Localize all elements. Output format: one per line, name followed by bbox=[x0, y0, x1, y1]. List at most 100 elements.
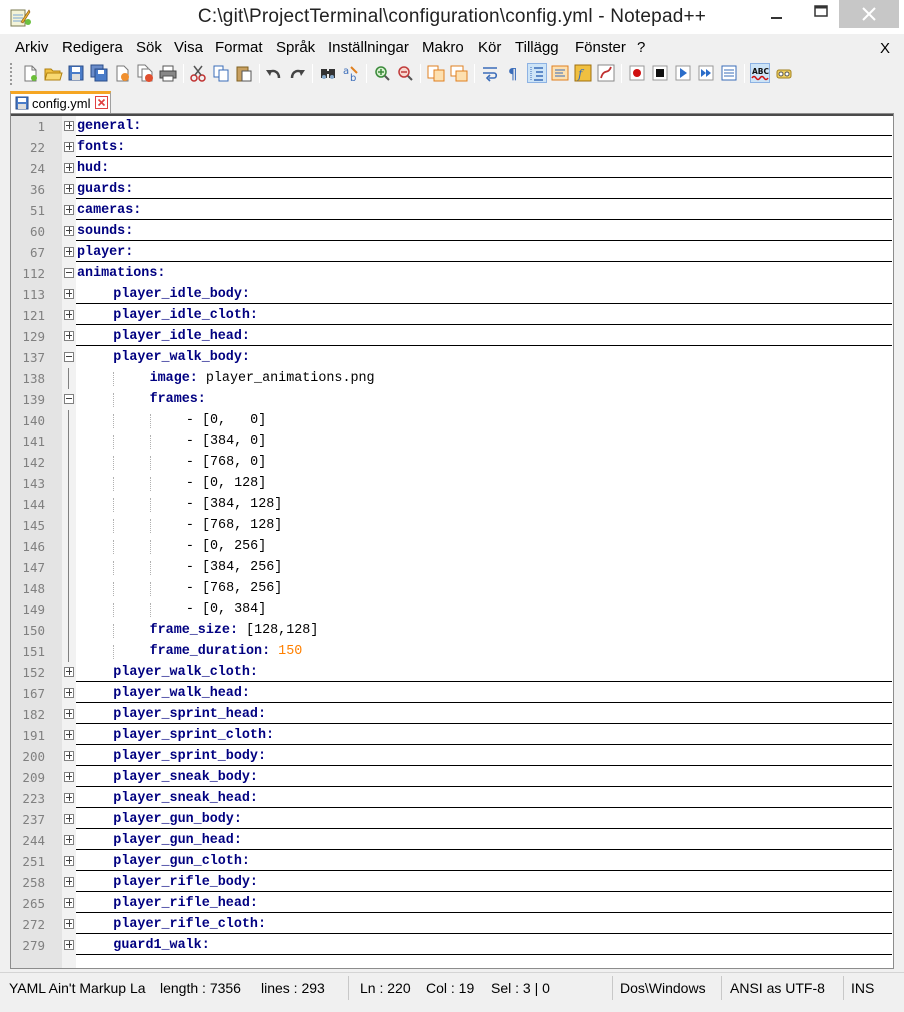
tab-close-icon[interactable] bbox=[95, 96, 108, 109]
cut-button[interactable] bbox=[188, 63, 208, 83]
code-line[interactable]: 138 image: player_animations.png bbox=[11, 368, 893, 389]
redo-button[interactable] bbox=[287, 63, 307, 83]
fold-collapse-icon[interactable] bbox=[64, 352, 74, 362]
code-line[interactable]: 152 player_walk_cloth: bbox=[11, 662, 893, 683]
save-button[interactable] bbox=[66, 63, 86, 83]
undo-button[interactable] bbox=[264, 63, 284, 83]
code-line[interactable]: 279 guard1_walk: bbox=[11, 935, 893, 956]
maximize-button[interactable] bbox=[800, 0, 840, 28]
fold-expand-icon[interactable] bbox=[64, 205, 74, 215]
fold-expand-icon[interactable] bbox=[64, 877, 74, 887]
code-line[interactable]: 244 player_gun_head: bbox=[11, 830, 893, 851]
code-line[interactable]: 147 - [384, 256] bbox=[11, 557, 893, 578]
indent-guide-button[interactable] bbox=[527, 63, 547, 83]
fold-collapse-icon[interactable] bbox=[64, 394, 74, 404]
fold-expand-icon[interactable] bbox=[64, 184, 74, 194]
code-line[interactable]: 265 player_rifle_head: bbox=[11, 893, 893, 914]
play-macro-button[interactable] bbox=[673, 63, 693, 83]
code-line[interactable]: 145 - [768, 128] bbox=[11, 515, 893, 536]
new-file-button[interactable] bbox=[20, 63, 40, 83]
fold-expand-icon[interactable] bbox=[64, 121, 74, 131]
show-all-chars-button[interactable]: ¶ bbox=[503, 63, 523, 83]
fold-expand-icon[interactable] bbox=[64, 814, 74, 824]
code-line[interactable]: 272 player_rifle_cloth: bbox=[11, 914, 893, 935]
code-line[interactable]: 24 hud: bbox=[11, 158, 893, 179]
menu-fonster[interactable]: Fönster bbox=[575, 39, 626, 56]
code-line[interactable]: 149 - [0, 384] bbox=[11, 599, 893, 620]
code-line[interactable]: 112 animations: bbox=[11, 263, 893, 284]
menu-format[interactable]: Format bbox=[215, 39, 263, 56]
code-line[interactable]: 137 player_walk_body: bbox=[11, 347, 893, 368]
save-all-button[interactable] bbox=[89, 63, 109, 83]
code-line[interactable]: 191 player_sprint_cloth: bbox=[11, 725, 893, 746]
fold-expand-icon[interactable] bbox=[64, 856, 74, 866]
code-line[interactable]: 60 sounds: bbox=[11, 221, 893, 242]
code-line[interactable]: 223 player_sneak_head: bbox=[11, 788, 893, 809]
fold-expand-icon[interactable] bbox=[64, 772, 74, 782]
menu-visa[interactable]: Visa bbox=[174, 39, 203, 56]
menu-help[interactable]: ? bbox=[637, 39, 645, 56]
print-button[interactable] bbox=[158, 63, 178, 83]
close-all-button[interactable] bbox=[135, 63, 155, 83]
open-file-button[interactable] bbox=[43, 63, 63, 83]
fold-expand-icon[interactable] bbox=[64, 940, 74, 950]
fold-expand-icon[interactable] bbox=[64, 751, 74, 761]
find-button[interactable] bbox=[318, 63, 338, 83]
tab-config-yml[interactable]: config.yml bbox=[10, 91, 111, 113]
code-line[interactable]: 142 - [768, 0] bbox=[11, 452, 893, 473]
replace-button[interactable]: ab bbox=[341, 63, 361, 84]
fold-expand-icon[interactable] bbox=[64, 247, 74, 257]
code-line[interactable]: 140 - [0, 0] bbox=[11, 410, 893, 431]
code-line[interactable]: 36 guards: bbox=[11, 179, 893, 200]
copy-button[interactable] bbox=[211, 63, 231, 83]
plugin-button[interactable] bbox=[774, 63, 794, 83]
fold-expand-icon[interactable] bbox=[64, 310, 74, 320]
code-line[interactable]: 22 fonts: bbox=[11, 137, 893, 158]
menu-sprak[interactable]: Språk bbox=[276, 39, 315, 56]
code-line[interactable]: 237 player_gun_body: bbox=[11, 809, 893, 830]
fold-expand-icon[interactable] bbox=[64, 163, 74, 173]
zoom-in-button[interactable] bbox=[372, 63, 392, 83]
code-line[interactable]: 1 general: bbox=[11, 116, 893, 137]
fold-expand-icon[interactable] bbox=[64, 709, 74, 719]
code-line[interactable]: 146 - [0, 256] bbox=[11, 536, 893, 557]
fold-expand-icon[interactable] bbox=[64, 919, 74, 929]
minimize-button[interactable] bbox=[757, 0, 797, 28]
sync-horizontal-button[interactable] bbox=[449, 63, 469, 83]
close-file-button[interactable] bbox=[112, 63, 132, 83]
code-line[interactable]: 51 cameras: bbox=[11, 200, 893, 221]
toolbar-grip[interactable] bbox=[10, 63, 14, 85]
run-macro-multiple-button[interactable] bbox=[696, 63, 716, 83]
code-line[interactable]: 151 frame_duration: 150 bbox=[11, 641, 893, 662]
menu-tillagg[interactable]: Tillägg bbox=[515, 39, 559, 56]
fold-expand-icon[interactable] bbox=[64, 226, 74, 236]
code-line[interactable]: 129 player_idle_head: bbox=[11, 326, 893, 347]
fold-expand-icon[interactable] bbox=[64, 688, 74, 698]
code-line[interactable]: 143 - [0, 128] bbox=[11, 473, 893, 494]
fold-expand-icon[interactable] bbox=[64, 793, 74, 803]
fold-expand-icon[interactable] bbox=[64, 730, 74, 740]
fold-expand-icon[interactable] bbox=[64, 667, 74, 677]
menu-redigera[interactable]: Redigera bbox=[62, 39, 123, 56]
code-line[interactable]: 113 player_idle_body: bbox=[11, 284, 893, 305]
fold-expand-icon[interactable] bbox=[64, 289, 74, 299]
fold-collapse-icon[interactable] bbox=[64, 268, 74, 278]
code-line[interactable]: 67 player: bbox=[11, 242, 893, 263]
folder-as-workspace-button[interactable] bbox=[596, 63, 616, 83]
code-line[interactable]: 141 - [384, 0] bbox=[11, 431, 893, 452]
menu-kor[interactable]: Kör bbox=[478, 39, 501, 56]
menu-sok[interactable]: Sök bbox=[136, 39, 162, 56]
word-wrap-button[interactable] bbox=[480, 63, 500, 83]
code-line[interactable]: 251 player_gun_cloth: bbox=[11, 851, 893, 872]
function-list-button[interactable]: f bbox=[573, 63, 593, 83]
code-line[interactable]: 167 player_walk_head: bbox=[11, 683, 893, 704]
close-document-button[interactable]: X bbox=[880, 40, 890, 57]
fold-expand-icon[interactable] bbox=[64, 331, 74, 341]
close-window-button[interactable] bbox=[839, 0, 899, 28]
menu-arkiv[interactable]: Arkiv bbox=[15, 39, 48, 56]
menu-makro[interactable]: Makro bbox=[422, 39, 464, 56]
save-macro-button[interactable] bbox=[719, 63, 739, 83]
stop-recording-button[interactable] bbox=[650, 63, 670, 83]
spell-check-button[interactable]: ABC bbox=[750, 63, 770, 83]
fold-expand-icon[interactable] bbox=[64, 142, 74, 152]
